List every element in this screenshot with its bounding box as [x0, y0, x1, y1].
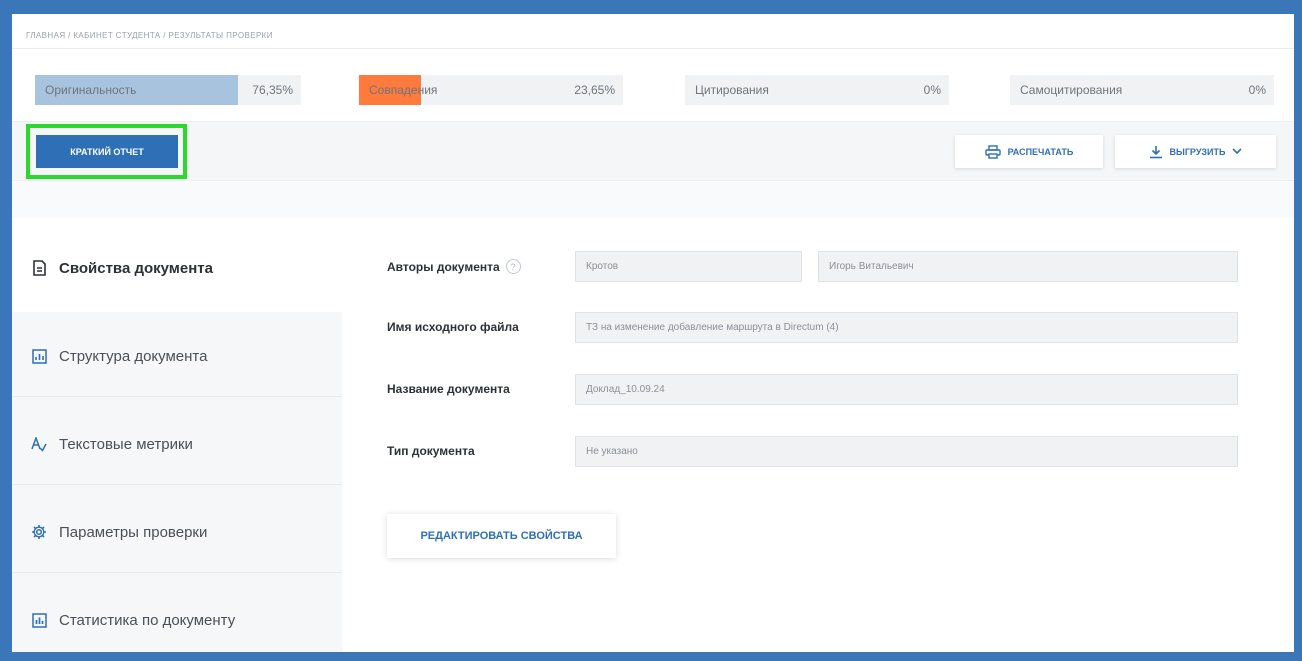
text-metrics-icon [31, 436, 47, 452]
help-icon[interactable]: ? [505, 259, 521, 274]
author-first-name-field[interactable]: Игорь Витальевич [818, 251, 1238, 282]
document-type-label: Тип документа [387, 444, 475, 458]
sidebar-item-text-metrics[interactable]: Текстовые метрики [12, 400, 357, 488]
author-last-name-field[interactable]: Кротов [575, 251, 802, 282]
metric-citations: Цитирования 0% [685, 75, 949, 105]
spacer-band [12, 182, 1294, 218]
short-report-button[interactable]: КРАТКИЙ ОТЧЕТ [36, 135, 178, 168]
filename-label: Имя исходного файла [387, 320, 519, 334]
metric-matches: Совпадения 23,65% [359, 75, 623, 105]
sidebar-item-label: Статистика по документу [59, 611, 236, 629]
structure-icon [31, 348, 47, 364]
download-icon [1149, 145, 1162, 158]
sidebar-item-label: Структура документа [59, 347, 208, 365]
export-label: ВЫГРУЗИТЬ [1169, 146, 1226, 157]
divider [12, 572, 342, 573]
authors-label: Авторы документа ? [387, 259, 521, 274]
source-filename-field[interactable]: ТЗ на изменение добавление маршрута в Di… [575, 312, 1238, 343]
document-icon [31, 260, 47, 276]
metric-label: Оригинальность [45, 83, 137, 97]
gear-icon [31, 524, 47, 540]
metric-originality: Оригинальность 76,35% [35, 75, 301, 105]
divider [12, 396, 342, 397]
metric-label: Совпадения [369, 83, 438, 97]
edit-properties-button[interactable]: РЕДАКТИРОВАТЬ СВОЙСТВА [387, 514, 616, 558]
breadcrumb[interactable]: ГЛАВНАЯ / КАБИНЕТ СТУДЕНТА / РЕЗУЛЬТАТЫ … [26, 31, 273, 40]
metric-value: 23,65% [574, 83, 615, 97]
divider [12, 484, 342, 485]
sidebar-item-document-properties[interactable]: Свойства документа [12, 224, 357, 312]
sidebar-item-label: Текстовые метрики [59, 435, 193, 453]
document-type-field[interactable]: Не указано [575, 436, 1238, 467]
sidebar-item-check-parameters[interactable]: Параметры проверки [12, 488, 357, 576]
metric-value: 76,35% [252, 83, 293, 97]
metric-self-citations: Самоцитирования 0% [1010, 75, 1274, 105]
print-button[interactable]: РАСПЕЧАТАТЬ [955, 135, 1103, 168]
sidebar-item-label: Свойства документа [59, 259, 213, 277]
sidebar-item-label: Параметры проверки [59, 523, 208, 541]
document-title-label: Название документа [387, 382, 510, 396]
chevron-down-icon [1232, 148, 1243, 155]
sidebar-item-document-statistics[interactable]: Статистика по документу [12, 576, 357, 652]
export-dropdown-button[interactable]: ВЫГРУЗИТЬ [1115, 135, 1276, 168]
metric-value: 0% [923, 83, 941, 97]
sidebar: Свойства документа Структура документа Т… [12, 218, 357, 652]
printer-icon [984, 144, 1001, 159]
print-label: РАСПЕЧАТАТЬ [1007, 146, 1074, 157]
app-window: ГЛАВНАЯ / КАБИНЕТ СТУДЕНТА / РЕЗУЛЬТАТЫ … [12, 14, 1294, 652]
metric-label: Самоцитирования [1020, 83, 1123, 97]
sidebar-item-document-structure[interactable]: Структура документа [12, 312, 357, 400]
bar-chart-icon [31, 612, 47, 628]
metric-label: Цитирования [695, 83, 769, 97]
authors-label-text: Авторы документа [387, 259, 500, 274]
divider [12, 48, 1294, 49]
metric-value: 0% [1248, 83, 1266, 97]
document-title-field[interactable]: Доклад_10.09.24 [575, 374, 1238, 405]
